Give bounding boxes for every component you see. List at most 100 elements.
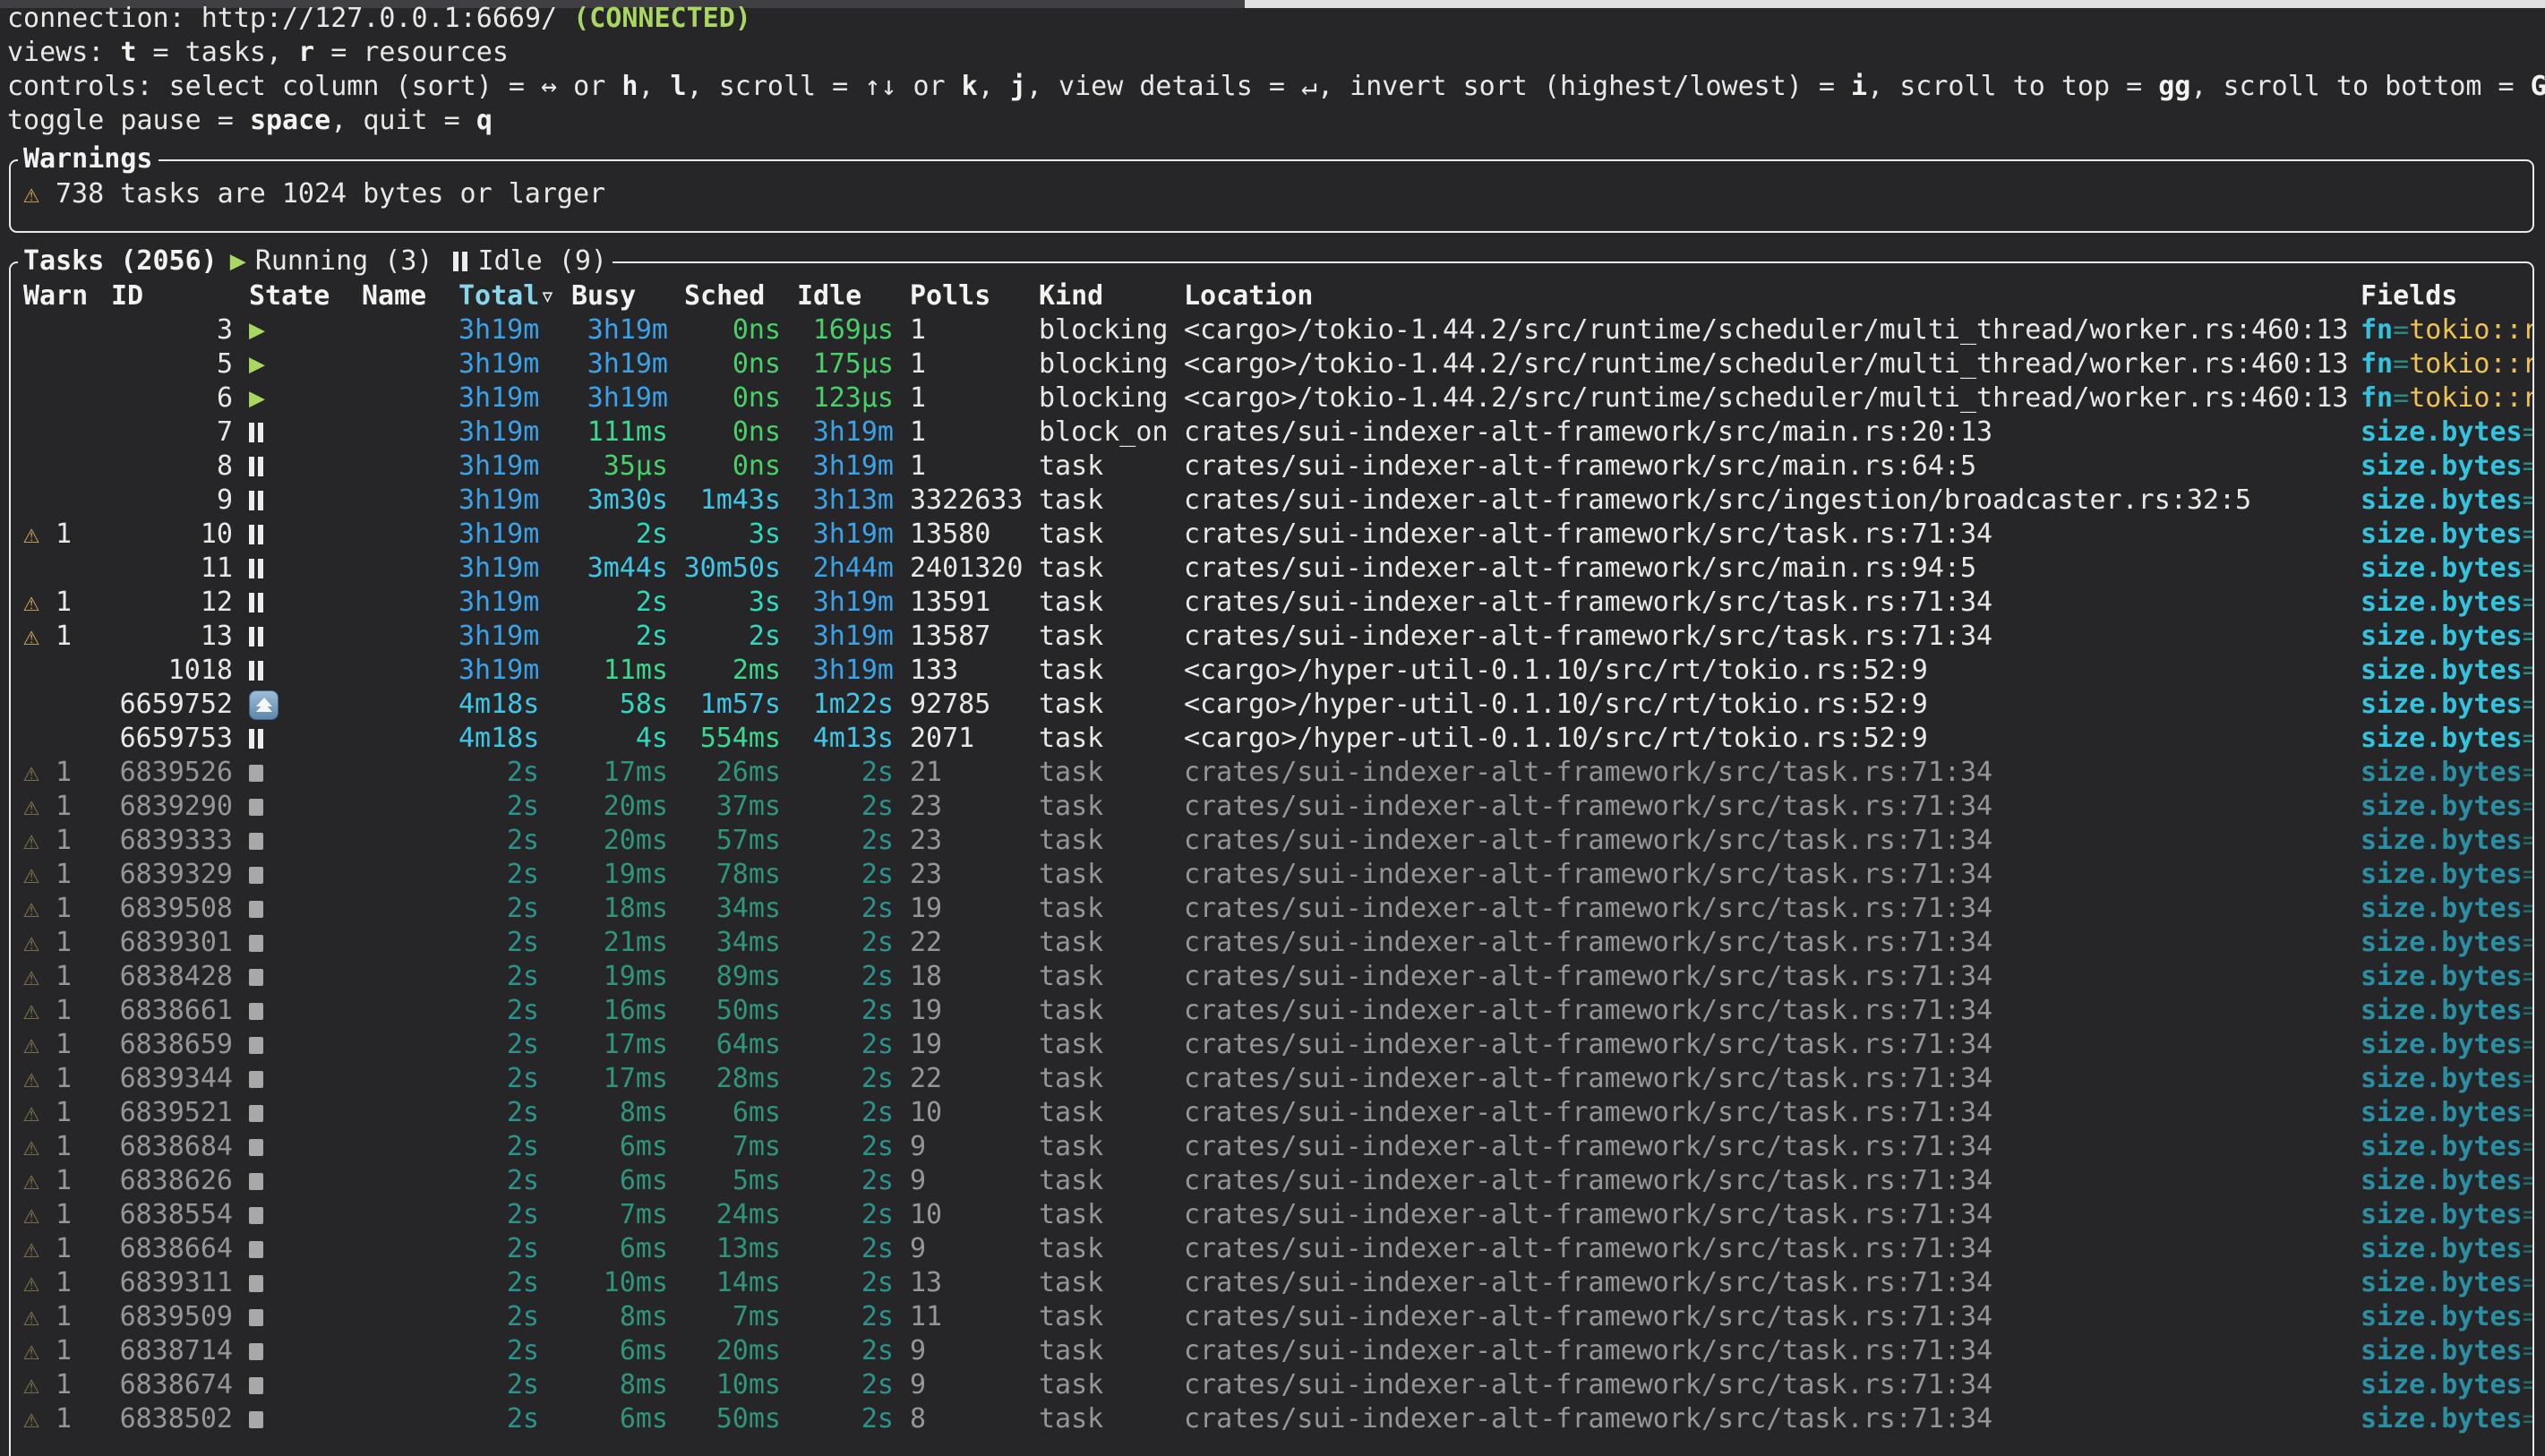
state-completed-icon	[249, 935, 263, 952]
duration-value: 30m50s	[684, 552, 781, 584]
task-row[interactable]: 66597534m18s4s554ms4m13s2071task<cargo>/…	[23, 722, 2532, 756]
tasks-count-label: Tasks (2056)	[23, 244, 218, 278]
column-header-busy[interactable]: Busy	[539, 279, 668, 313]
cell-warn: ⚠1	[23, 1368, 104, 1402]
duration-value: 2s	[507, 1301, 539, 1332]
cell-idle: 2s	[781, 1096, 894, 1130]
cell-polls: 11	[894, 1300, 1039, 1334]
state-completed-icon	[249, 1411, 263, 1428]
cell-total: 2s	[458, 1096, 539, 1130]
cell-warn	[23, 313, 104, 347]
duration-value: 58s	[620, 689, 668, 720]
cell-warn: ⚠1	[23, 824, 104, 858]
tasks-panel-title: Tasks (2056) ▶ Running (3) Idle (9)	[18, 244, 613, 278]
task-row[interactable]: ⚠1123h19m2s3s3h19m13591taskcrates/sui-in…	[23, 586, 2532, 620]
cell-kind: task	[1039, 1028, 1184, 1062]
cell-id: 6838661	[104, 994, 233, 1028]
column-header-polls[interactable]: Polls	[894, 279, 1039, 313]
warning-icon: ⚠	[23, 586, 56, 620]
header-line: controls: select column (sort) = ↔ or h,…	[7, 70, 2545, 104]
duration-value: 2ms	[733, 655, 781, 686]
cell-location: crates/sui-indexer-alt-framework/src/mai…	[1184, 552, 2361, 586]
cell-polls: 9	[894, 1368, 1039, 1402]
task-row[interactable]: ⚠168395262s17ms26ms2s21taskcrates/sui-in…	[23, 756, 2532, 790]
task-row[interactable]: ⚠168386612s16ms50ms2s19taskcrates/sui-in…	[23, 994, 2532, 1028]
cell-location: crates/sui-indexer-alt-framework/src/ing…	[1184, 484, 2361, 518]
cell-name	[362, 1198, 458, 1232]
task-row[interactable]: ⚠168395082s18ms34ms2s19taskcrates/sui-in…	[23, 892, 2532, 926]
warn-count: 1	[56, 1097, 72, 1128]
column-header-id[interactable]: ID	[104, 279, 233, 313]
task-row[interactable]: ⚠168392902s20ms37ms2s23taskcrates/sui-in…	[23, 790, 2532, 824]
cell-total: 3h19m	[458, 518, 539, 552]
task-row[interactable]: ⚠1133h19m2s2s3h19m13587taskcrates/sui-in…	[23, 620, 2532, 654]
task-row[interactable]: 66597524m18s58s1m57s1m22s92785task<cargo…	[23, 688, 2532, 722]
task-row[interactable]: 10183h19m11ms2ms3h19m133task<cargo>/hype…	[23, 654, 2532, 688]
warning-icon: ⚠	[23, 1198, 56, 1232]
cell-state	[233, 858, 362, 892]
state-completed-icon	[249, 1241, 263, 1258]
task-row[interactable]: ⚠168395092s8ms7ms2s11taskcrates/sui-inde…	[23, 1300, 2532, 1334]
cell-busy: 3m44s	[539, 552, 668, 586]
column-header-location[interactable]: Location	[1184, 279, 2361, 313]
task-row[interactable]: 3▶3h19m3h19m0ns169µs1blocking<cargo>/tok…	[23, 313, 2532, 347]
cell-state	[233, 926, 362, 960]
task-row[interactable]: ⚠168393112s10ms14ms2s13taskcrates/sui-in…	[23, 1266, 2532, 1300]
task-row[interactable]: ⚠168395212s8ms6ms2s10taskcrates/sui-inde…	[23, 1096, 2532, 1130]
cell-fields: size.bytes=	[2361, 1028, 2532, 1062]
field-segment: =	[2523, 484, 2532, 516]
task-row[interactable]: 113h19m3m44s30m50s2h44m2401320taskcrates…	[23, 552, 2532, 586]
task-row[interactable]: ⚠168386742s8ms10ms2s9taskcrates/sui-inde…	[23, 1368, 2532, 1402]
task-row[interactable]: 5▶3h19m3h19m0ns175µs1blocking<cargo>/tok…	[23, 347, 2532, 381]
column-header-state[interactable]: State	[233, 279, 362, 313]
task-row[interactable]: 73h19m111ms0ns3h19m1block_oncrates/sui-i…	[23, 415, 2532, 450]
task-row[interactable]: 6▶3h19m3h19m0ns123µs1blocking<cargo>/tok…	[23, 381, 2532, 415]
column-header-idle[interactable]: Idle	[781, 279, 894, 313]
warn-count: 1	[56, 1301, 72, 1332]
cell-total: 2s	[458, 1164, 539, 1198]
task-row[interactable]: ⚠1103h19m2s3s3h19m13580taskcrates/sui-in…	[23, 518, 2532, 552]
cell-idle: 2s	[781, 1232, 894, 1266]
task-row[interactable]: ⚠168386592s17ms64ms2s19taskcrates/sui-in…	[23, 1028, 2532, 1062]
column-header-sched[interactable]: Sched	[668, 279, 781, 313]
task-row[interactable]: ⚠168393332s20ms57ms2s23taskcrates/sui-in…	[23, 824, 2532, 858]
column-header-fields[interactable]: Fields	[2361, 279, 2532, 313]
duration-value: 10ms	[716, 1369, 781, 1400]
cell-sched: 34ms	[668, 892, 781, 926]
field-segment: size.bytes	[2361, 518, 2523, 550]
column-header-warn[interactable]: Warn	[23, 279, 104, 313]
field-segment: =	[2523, 1369, 2532, 1400]
duration-value: 1m43s	[700, 484, 781, 516]
field-segment: size.bytes	[2361, 859, 2523, 890]
task-row[interactable]: ⚠168386842s6ms7ms2s9taskcrates/sui-index…	[23, 1130, 2532, 1164]
cell-location: crates/sui-indexer-alt-framework/src/tas…	[1184, 756, 2361, 790]
cell-busy: 8ms	[539, 1096, 668, 1130]
task-row[interactable]: ⚠168393012s21ms34ms2s22taskcrates/sui-in…	[23, 926, 2532, 960]
cell-fields: size.bytes=	[2361, 552, 2532, 586]
task-row[interactable]: ⚠168386642s6ms13ms2s9taskcrates/sui-inde…	[23, 1232, 2532, 1266]
cell-fields: fn=tokio::r	[2361, 347, 2532, 381]
task-row[interactable]: ⚠168393292s19ms78ms2s23taskcrates/sui-in…	[23, 858, 2532, 892]
duration-value: 18ms	[604, 893, 668, 924]
cell-fields: size.bytes=	[2361, 1062, 2532, 1096]
cell-total: 4m18s	[458, 688, 539, 722]
task-row[interactable]: ⚠168393442s17ms28ms2s22taskcrates/sui-in…	[23, 1062, 2532, 1096]
task-row[interactable]: 83h19m35µs0ns3h19m1taskcrates/sui-indexe…	[23, 450, 2532, 484]
task-row[interactable]: ⚠168384282s19ms89ms2s18taskcrates/sui-in…	[23, 960, 2532, 994]
column-header-kind[interactable]: Kind	[1039, 279, 1184, 313]
column-header-name[interactable]: Name	[362, 279, 458, 313]
task-row[interactable]: ⚠168386262s6ms5ms2s9taskcrates/sui-index…	[23, 1164, 2532, 1198]
cell-sched: 1m57s	[668, 688, 781, 722]
task-row[interactable]: 93h19m3m30s1m43s3h13m3322633taskcrates/s…	[23, 484, 2532, 518]
task-row[interactable]: ⚠168385542s7ms24ms2s10taskcrates/sui-ind…	[23, 1198, 2532, 1232]
cell-polls: 133	[894, 654, 1039, 688]
cell-idle: 3h13m	[781, 484, 894, 518]
cell-total: 4m18s	[458, 722, 539, 756]
field-segment: =	[2523, 1403, 2532, 1435]
cell-kind: blocking	[1039, 347, 1184, 381]
task-row[interactable]: ⚠168387142s6ms20ms2s9taskcrates/sui-inde…	[23, 1334, 2532, 1368]
cell-total: 2s	[458, 790, 539, 824]
cell-idle: 175µs	[781, 347, 894, 381]
duration-value: 2s	[507, 859, 539, 890]
task-row[interactable]: ⚠168385022s6ms50ms2s8taskcrates/sui-inde…	[23, 1402, 2532, 1436]
